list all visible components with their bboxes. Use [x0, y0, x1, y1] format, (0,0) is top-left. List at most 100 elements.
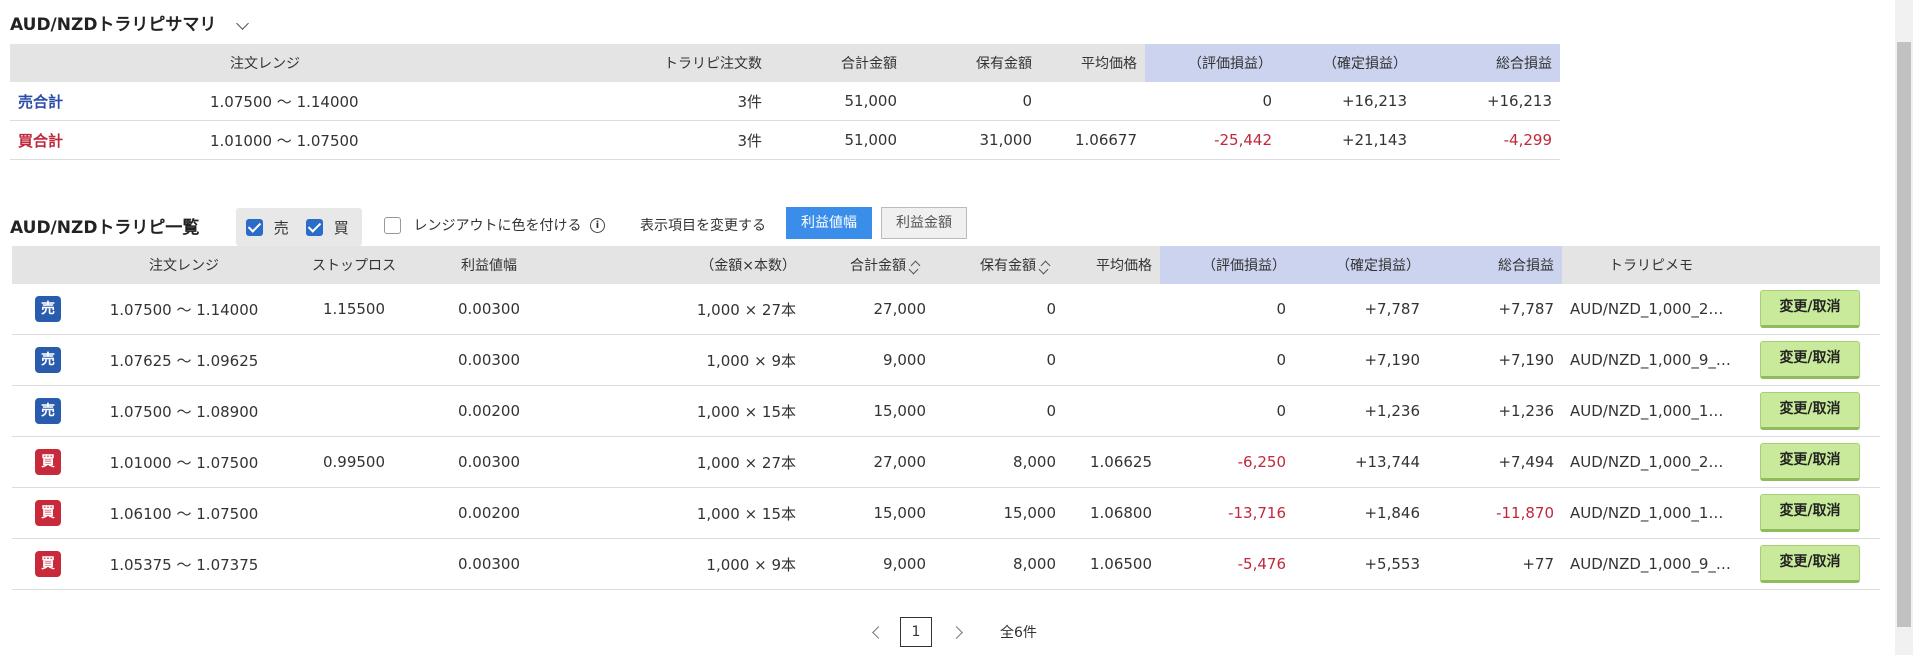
list-header-stop: ストップロス: [284, 246, 424, 284]
summary-total: 51,000: [770, 120, 905, 160]
cell-overall: -11,870: [1428, 487, 1562, 539]
summary-header-overall: 総合損益: [1415, 44, 1560, 82]
edit-cancel-button[interactable]: 変更/取消: [1760, 545, 1860, 583]
cell-realized: +13,744: [1294, 436, 1428, 488]
table-row: 買 1.05375 〜 1.07375 0.00300 1,000 × 9本 9…: [12, 538, 1880, 590]
cell-width: 0.00300: [424, 538, 554, 590]
list-header-action: [1740, 246, 1880, 284]
summary-total: 51,000: [770, 82, 905, 121]
summary-unrealized: 0: [1145, 82, 1280, 121]
cell-avg: 1.06500: [1064, 538, 1160, 590]
summary-title: AUD/NZDトラリピサマリ: [10, 15, 217, 35]
checkbox-unchecked-icon: [384, 216, 401, 234]
summary-header-range: 注文レンジ: [190, 44, 570, 82]
list-header-range: 注文レンジ: [84, 246, 284, 284]
cell-total: 27,000: [804, 436, 934, 488]
list-header-held[interactable]: 保有金額: [934, 246, 1064, 284]
cell-range: 1.07625 〜 1.09625: [84, 334, 284, 386]
cell-realized: +1,846: [1294, 487, 1428, 539]
chevron-left-icon: [872, 626, 885, 639]
cell-range: 1.07500 〜 1.08900: [84, 385, 284, 437]
summary-table: 注文レンジ トラリピ注文数 合計金額 保有金額 平均価格 （評価損益） （確定損…: [10, 44, 1560, 160]
checkbox-checked-icon: [246, 219, 263, 236]
cell-range: 1.05375 〜 1.07375: [84, 538, 284, 590]
cell-avg: 1.06800: [1064, 487, 1160, 539]
summary-held: 31,000: [905, 120, 1040, 160]
toggle-profit-amount[interactable]: 利益金額: [881, 207, 967, 239]
filter-sell-checkbox[interactable]: 売: [246, 217, 289, 238]
summary-row-sell: 売合計 1.07500 〜 1.14000 3件 51,000 0 0 +16,…: [10, 82, 1560, 121]
cell-width: 0.00200: [424, 487, 554, 539]
cell-amount: 1,000 × 15本: [554, 487, 804, 539]
cell-range: 1.06100 〜 1.07500: [84, 487, 284, 539]
cell-memo: AUD/NZD_1,000_27_2...: [1562, 284, 1740, 335]
cell-avg: [1064, 385, 1160, 437]
cell-held: 0: [934, 334, 1064, 386]
cell-stop: [284, 487, 424, 539]
cell-stop: 1.15500: [284, 284, 424, 335]
summary-header-total: 合計金額: [770, 44, 905, 82]
cell-total: 15,000: [804, 385, 934, 437]
summary-avg: 1.06677: [1040, 120, 1145, 160]
summary-realized: +21,143: [1280, 120, 1415, 160]
summary-toggle[interactable]: [236, 14, 252, 30]
cell-amount: 1,000 × 9本: [554, 334, 804, 386]
info-icon[interactable]: i: [589, 217, 605, 233]
trap-list-table: 注文レンジ ストップロス 利益値幅 （金額×本数） 合計金額 保有金額 平均価格…: [12, 246, 1880, 590]
cell-realized: +1,236: [1294, 385, 1428, 437]
list-header-memo: トラリピメモ: [1562, 246, 1740, 284]
list-header-amount: （金額×本数）: [554, 246, 804, 284]
summary-header-unrealized: （評価損益）: [1145, 44, 1280, 82]
side-badge: 売: [35, 398, 61, 424]
cell-overall: +1,236: [1428, 385, 1562, 437]
cell-stop: [284, 385, 424, 437]
edit-cancel-button[interactable]: 変更/取消: [1760, 392, 1860, 430]
cell-width: 0.00300: [424, 334, 554, 386]
cell-range: 1.07500 〜 1.14000: [84, 284, 284, 335]
list-header-row: 注文レンジ ストップロス 利益値幅 （金額×本数） 合計金額 保有金額 平均価格…: [12, 246, 1880, 284]
cell-width: 0.00300: [424, 436, 554, 488]
range-color-checkbox[interactable]: レンジアウトに色を付ける i: [384, 215, 605, 235]
cell-stop: 0.99500: [284, 436, 424, 488]
pager-prev[interactable]: [870, 624, 886, 640]
cell-held: 8,000: [934, 538, 1064, 590]
cell-total: 9,000: [804, 538, 934, 590]
filter-buy-checkbox[interactable]: 買: [306, 217, 349, 238]
cell-overall: +7,190: [1428, 334, 1562, 386]
summary-header-blank: [10, 44, 190, 82]
toggle-profit-width[interactable]: 利益値幅: [786, 207, 872, 239]
summary-header-realized: （確定損益）: [1280, 44, 1415, 82]
cell-range: 1.01000 〜 1.07500: [84, 436, 284, 488]
table-row: 売 1.07500 〜 1.08900 0.00200 1,000 × 15本 …: [12, 385, 1880, 437]
cell-held: 0: [934, 385, 1064, 437]
edit-cancel-button[interactable]: 変更/取消: [1760, 341, 1860, 379]
table-row: 買 1.01000 〜 1.07500 0.99500 0.00300 1,00…: [12, 436, 1880, 488]
cell-unrealized: -6,250: [1160, 436, 1294, 488]
summary-overall: -4,299: [1415, 120, 1560, 160]
cell-total: 9,000: [804, 334, 934, 386]
cell-avg: [1064, 334, 1160, 386]
cell-unrealized: -13,716: [1160, 487, 1294, 539]
cell-unrealized: 0: [1160, 385, 1294, 437]
pager-next[interactable]: [950, 624, 966, 640]
cell-stop: [284, 538, 424, 590]
cell-overall: +7,494: [1428, 436, 1562, 488]
summary-count: 3件: [570, 82, 770, 121]
edit-cancel-button[interactable]: 変更/取消: [1760, 290, 1860, 328]
side-badge: 買: [35, 500, 61, 526]
side-badge: 買: [35, 551, 61, 577]
cell-realized: +7,190: [1294, 334, 1428, 386]
summary-header-count: トラリピ注文数: [570, 44, 770, 82]
list-header-total[interactable]: 合計金額: [804, 246, 934, 284]
pager-total: 全6件: [1000, 625, 1037, 641]
scrollbar-thumb[interactable]: [1897, 42, 1911, 627]
pager-page-current[interactable]: 1: [900, 617, 932, 647]
list-header-held-label: 保有金額: [980, 258, 1036, 274]
range-color-label: レンジアウトに色を付ける: [413, 218, 582, 234]
filter-sell-label: 売: [273, 219, 289, 237]
list-header-overall: 総合損益: [1428, 246, 1562, 284]
edit-cancel-button[interactable]: 変更/取消: [1760, 443, 1860, 481]
cell-held: 8,000: [934, 436, 1064, 488]
summary-label: 売合計: [10, 82, 190, 121]
edit-cancel-button[interactable]: 変更/取消: [1760, 494, 1860, 532]
